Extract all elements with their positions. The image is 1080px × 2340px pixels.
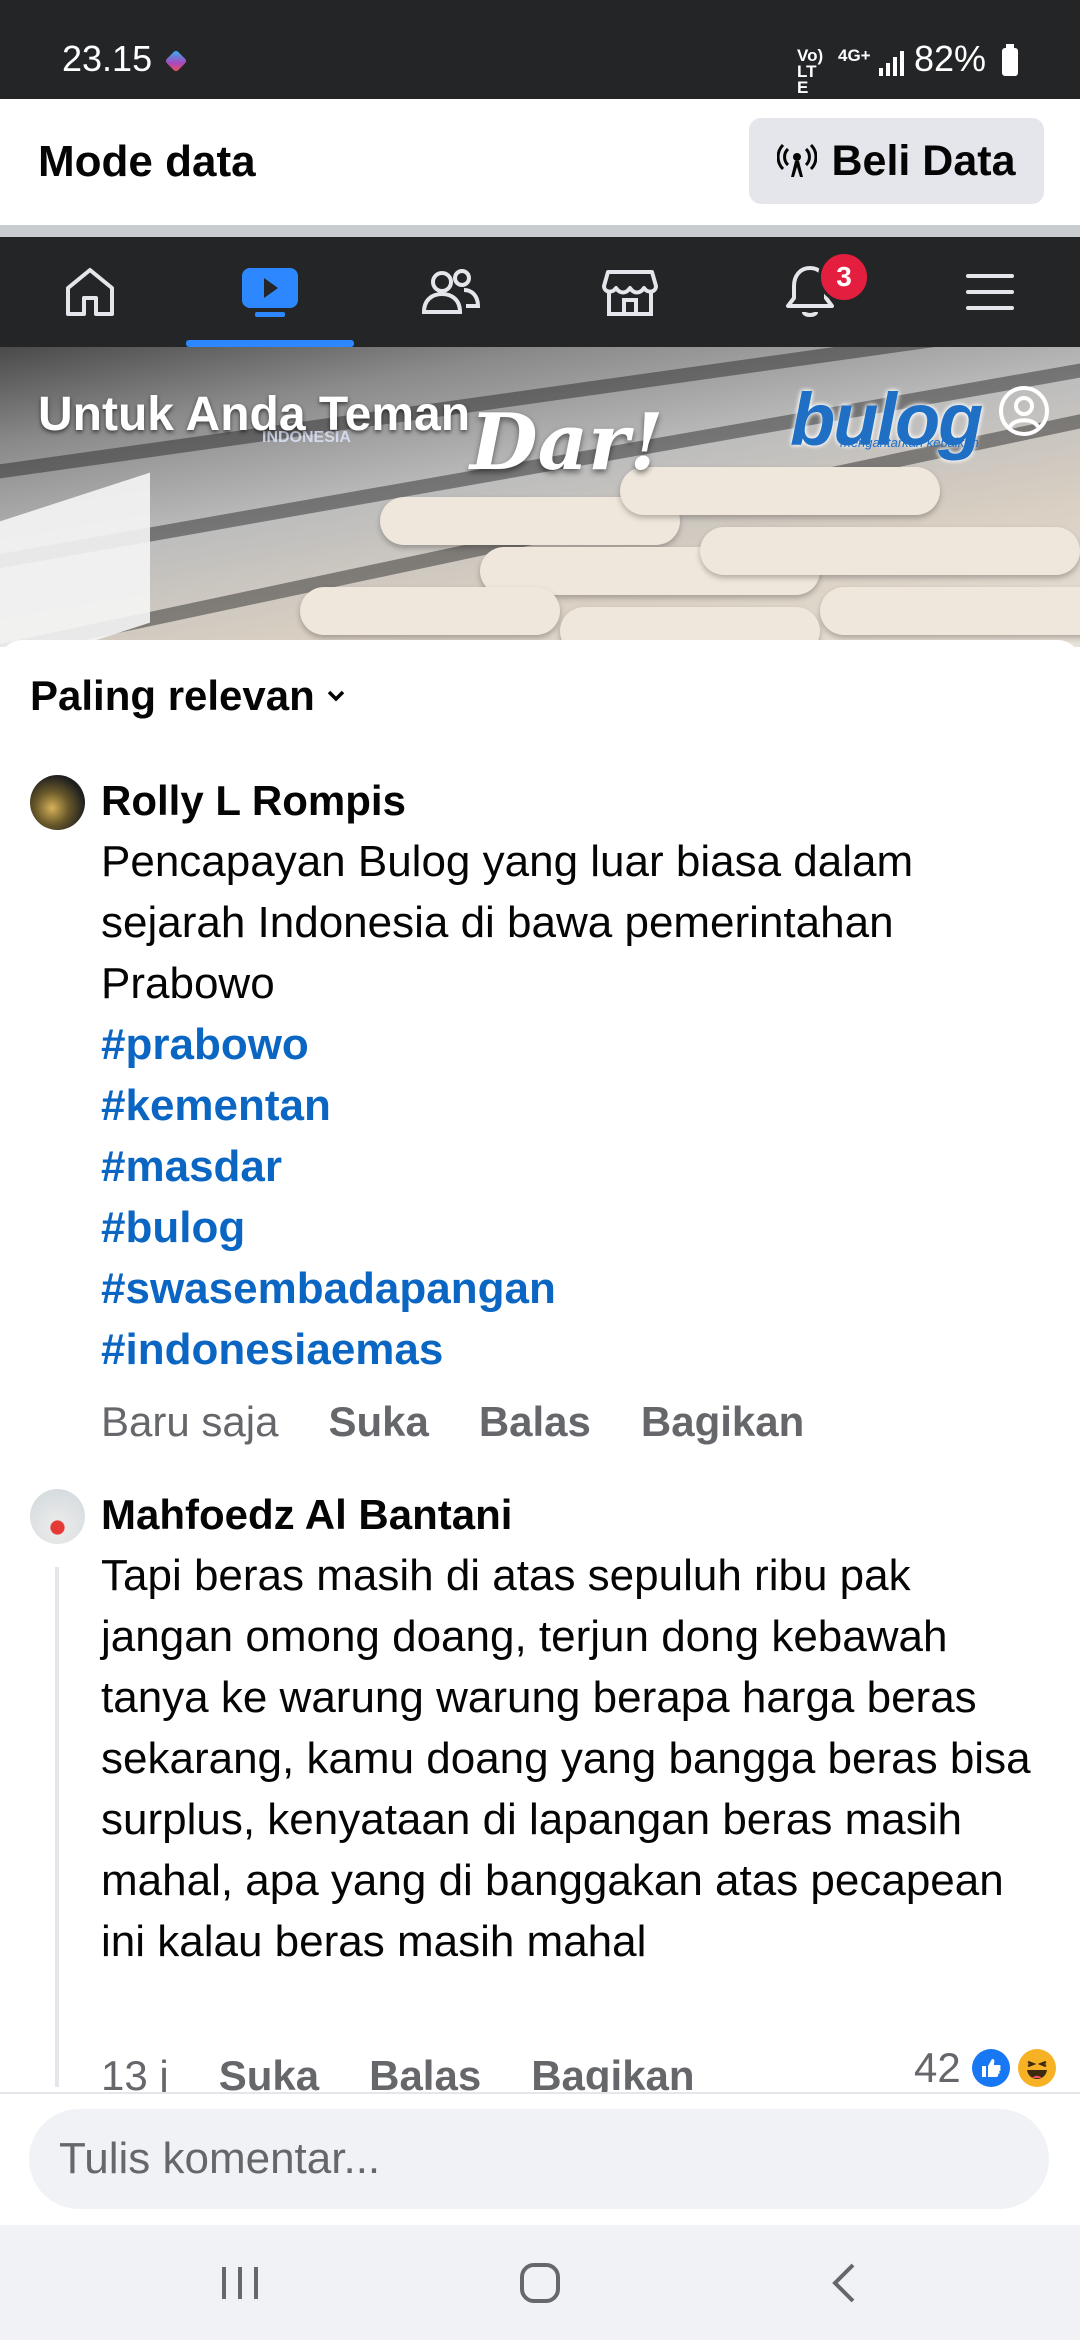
top-nav-bar xyxy=(0,237,1080,347)
clock: 23.15 xyxy=(62,38,153,79)
volte-indicator: Vo) LTE xyxy=(797,46,824,97)
hashtag[interactable]: #indonesiaemas xyxy=(101,1319,1051,1380)
rice-sack xyxy=(620,467,940,515)
video-overlay-title: Untuk Anda Teman xyxy=(38,388,471,441)
haha-icon xyxy=(1017,2049,1056,2087)
comment-author[interactable]: Rolly L Rompis xyxy=(101,777,406,825)
home-button[interactable] xyxy=(440,2225,640,2340)
tab-marketplace[interactable] xyxy=(540,237,720,347)
home-circle-icon xyxy=(520,2262,560,2303)
rice-sack xyxy=(700,527,1080,575)
comment-text: Tapi beras masih di atas sepuluh ribu pa… xyxy=(101,1551,1031,1966)
tab-video[interactable] xyxy=(180,237,360,347)
like-icon xyxy=(971,2049,1010,2087)
rice-sack xyxy=(300,587,560,635)
hashtag[interactable]: #prabowo xyxy=(101,1014,1051,1075)
battery-icon xyxy=(1002,44,1018,76)
data-mode-bar: Mode data Beli Data xyxy=(0,99,1080,225)
sort-dropdown[interactable]: Paling relevan xyxy=(30,672,347,720)
system-nav-bar xyxy=(0,2225,1080,2340)
reaction-count: 42 xyxy=(914,2044,961,2091)
menu-icon xyxy=(966,274,1014,310)
video-icon xyxy=(242,268,298,317)
comment-input[interactable]: Tulis komentar... xyxy=(29,2109,1049,2209)
tab-home[interactable] xyxy=(0,237,180,347)
thread-line xyxy=(55,1567,59,2087)
chevron-down-icon xyxy=(327,690,345,702)
avatar[interactable] xyxy=(30,1489,85,1544)
hashtag[interactable]: #masdar xyxy=(101,1136,1051,1197)
back-button[interactable] xyxy=(745,2225,945,2340)
notification-badge: 3 xyxy=(818,251,870,303)
comment-timestamp: Baru saja xyxy=(101,1398,279,1445)
status-bar: 23.15 Vo) LTE 4G+ 82% xyxy=(0,0,1080,99)
comment-text-block: Pencapayan Bulog yang luar biasa dalam s… xyxy=(101,831,1051,1380)
sort-label: Paling relevan xyxy=(30,672,315,719)
network-type-indicator: 4G+ xyxy=(838,46,871,65)
buy-data-button[interactable]: Beli Data xyxy=(749,118,1044,204)
bulog-tagline: mengantarkan kebaikan xyxy=(840,435,979,450)
comment-meta: Baru saja Suka Balas Bagikan xyxy=(101,1398,804,1446)
app-notification-icon xyxy=(164,49,188,73)
video-player[interactable]: INDONESIA Untuk Anda Teman Dar! bulog me… xyxy=(0,347,1080,647)
comment-composer: Tulis komentar... xyxy=(0,2092,1080,2227)
like-button[interactable]: Suka xyxy=(328,1398,428,1446)
tab-menu[interactable] xyxy=(900,237,1080,347)
rice-sack xyxy=(820,587,1080,635)
comment-author[interactable]: Mahfoedz Al Bantani xyxy=(101,1491,512,1539)
friends-icon xyxy=(421,269,481,314)
tab-notifications[interactable] xyxy=(720,237,900,347)
profile-icon[interactable] xyxy=(998,385,1050,437)
reaction-summary[interactable]: 42 xyxy=(914,2044,1057,2092)
tab-friends[interactable] xyxy=(360,237,540,347)
home-icon xyxy=(66,268,114,316)
buy-data-label: Beli Data xyxy=(831,136,1016,185)
skylight xyxy=(0,472,150,647)
hashtag[interactable]: #swasembadapangan xyxy=(101,1258,1051,1319)
battery-percent: 82% xyxy=(914,38,987,79)
reply-button[interactable]: Balas xyxy=(479,1398,591,1446)
broadcast-icon xyxy=(777,143,818,177)
share-button[interactable]: Bagikan xyxy=(641,1398,804,1446)
divider xyxy=(0,225,1080,237)
hashtag[interactable]: #kementan xyxy=(101,1075,1051,1136)
brand-text: Dar! xyxy=(470,397,664,488)
hashtag[interactable]: #bulog xyxy=(101,1197,1051,1258)
data-mode-title: Mode data xyxy=(38,137,256,186)
active-tab-indicator xyxy=(186,340,354,347)
marketplace-icon xyxy=(602,270,658,316)
comment-text-block: Tapi beras masih di atas sepuluh ribu pa… xyxy=(101,1545,1051,1972)
signal-icon xyxy=(879,51,904,76)
avatar[interactable] xyxy=(30,775,85,830)
recents-icon xyxy=(222,2266,258,2299)
recents-button[interactable] xyxy=(140,2225,340,2340)
back-icon xyxy=(832,2263,855,2302)
comment-text: Pencapayan Bulog yang luar biasa dalam s… xyxy=(101,837,914,1008)
